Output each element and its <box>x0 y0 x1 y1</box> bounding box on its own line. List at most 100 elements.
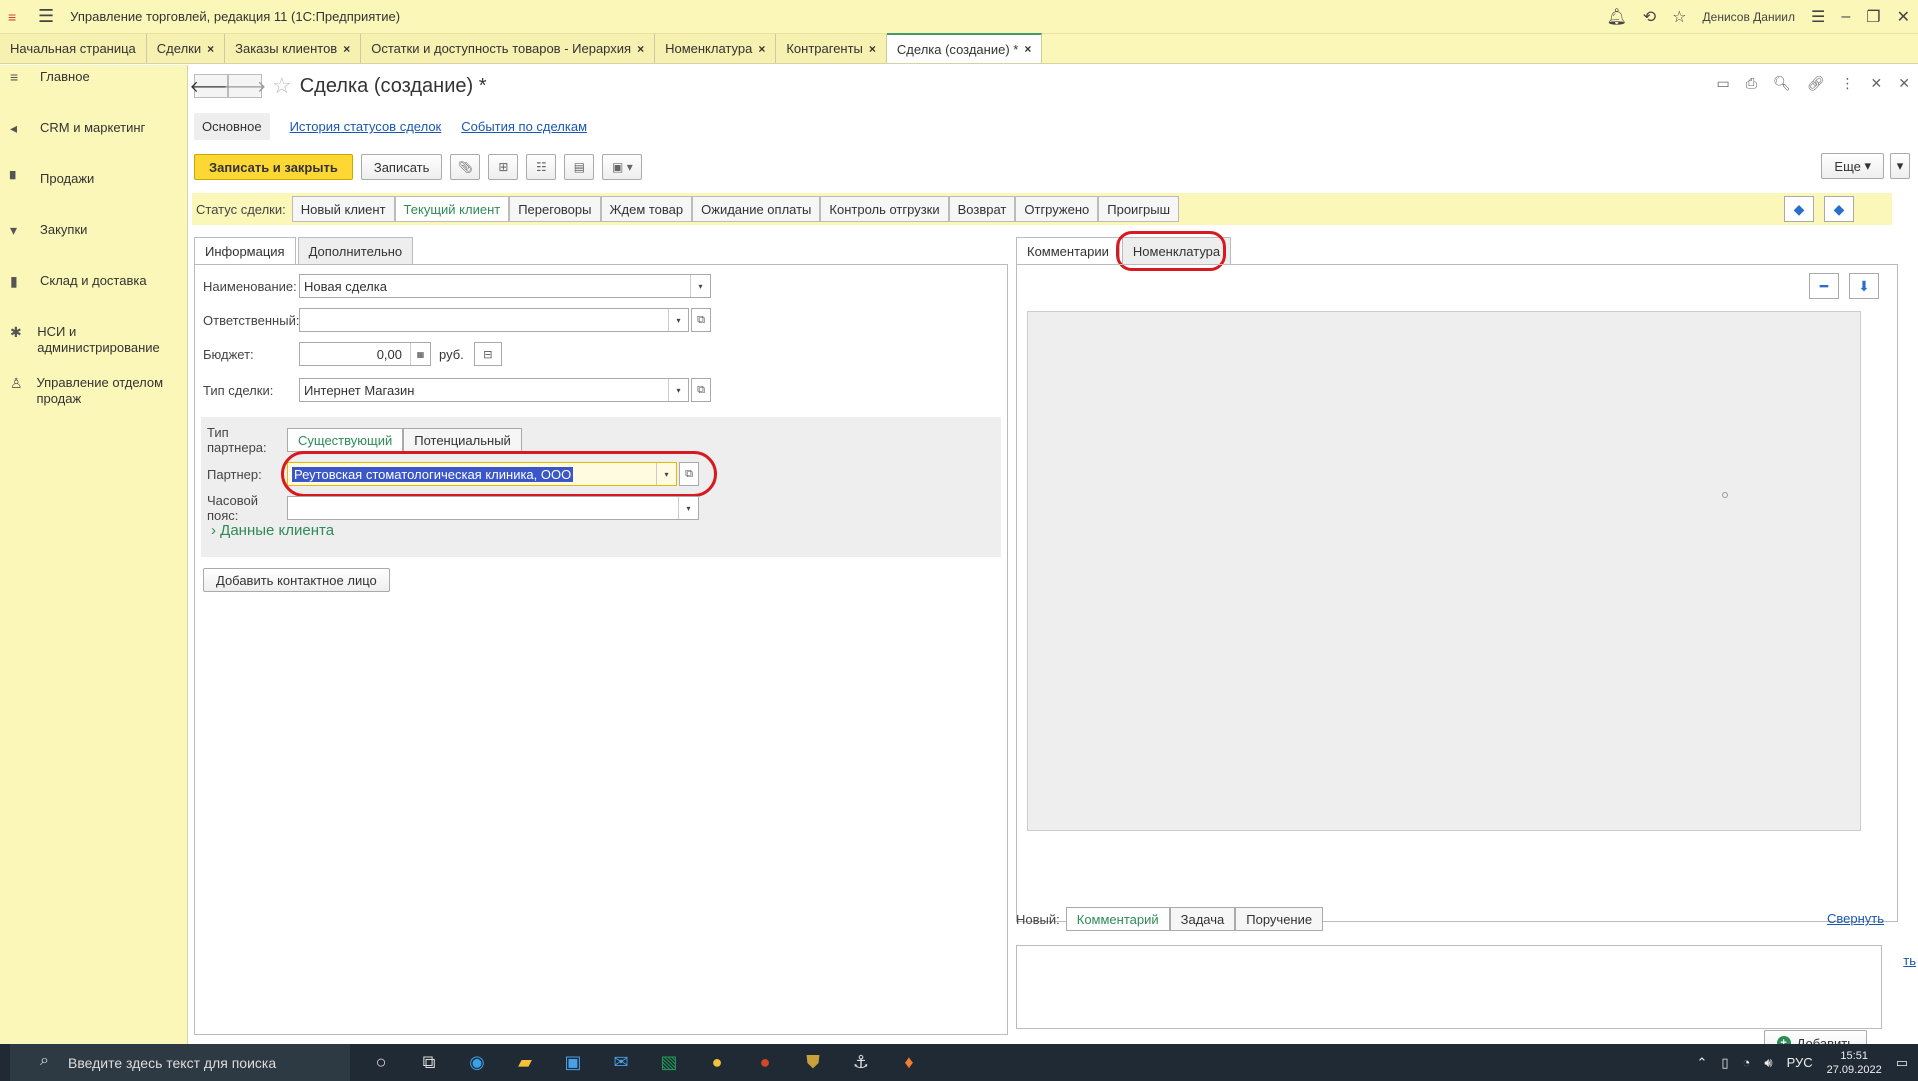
excel-icon[interactable]: ▧ <box>652 1044 686 1081</box>
name-dropdown-icon[interactable]: ▾ <box>690 275 710 297</box>
deal-type-open-icon[interactable]: ⧉ <box>691 378 711 402</box>
responsible-dropdown-icon[interactable]: ▾ <box>668 309 688 331</box>
tray-volume-icon[interactable]: 🔊︎ <box>1764 1055 1772 1071</box>
favorite-star-icon[interactable]: ☆ <box>272 73 292 99</box>
open-tab[interactable]: Номенклатура × <box>655 34 777 63</box>
currency-select-icon[interactable]: ⊟ <box>473 342 502 366</box>
user-name[interactable]: Денисов Даниил <box>1703 10 1795 24</box>
forward-button[interactable]: 🡒 <box>224 74 266 98</box>
client-data-group[interactable]: › Данные клиента <box>211 522 334 539</box>
partner-field[interactable]: Реутовская стоматологическая клиника, ОО… <box>287 462 677 486</box>
structure-icon[interactable]: ⊞ <box>488 154 519 180</box>
close-all-icon[interactable]: ✕ <box>1898 75 1910 92</box>
arrow-down-icon[interactable]: ⬇︎ <box>1849 273 1879 299</box>
store-icon[interactable]: ▣ <box>556 1044 590 1081</box>
preview-icon[interactable]: 🔍︎ <box>1773 75 1791 92</box>
partner-type-existing[interactable]: Существующий <box>287 428 404 452</box>
flame-app-icon[interactable]: ♦ <box>892 1044 926 1081</box>
new-comment-option[interactable]: Комментарий <box>1065 907 1170 931</box>
game-shield-icon[interactable]: ⛊ <box>796 1044 830 1081</box>
tray-clock[interactable]: 15:51 27.09.2022 <box>1827 1049 1882 1077</box>
sidebar-item[interactable]: ▾ Закупки <box>0 218 187 269</box>
tab-information[interactable]: Информация <box>194 237 296 264</box>
minimize-icon[interactable]: – <box>1841 8 1850 26</box>
status-option[interactable]: Ожидание оплаты <box>692 196 821 222</box>
link-icon[interactable]: 🔗︎ <box>1807 75 1825 92</box>
open-tab[interactable]: Сделка (создание) * × <box>886 33 1043 63</box>
create-based-on-icon[interactable]: ▣ ▾ <box>602 154 643 180</box>
new-assignment-option[interactable]: Поручение <box>1235 907 1324 931</box>
open-tab[interactable]: Начальная страница <box>0 34 147 63</box>
extra-dropdown-button[interactable]: ▾ <box>1890 153 1910 179</box>
next-status-arrow-icon[interactable]: ◆ <box>1824 196 1854 222</box>
close-tab-icon[interactable]: × <box>343 42 350 56</box>
close-window-icon[interactable]: ✕ <box>1897 7 1910 27</box>
tray-chevron-up-icon[interactable]: ⌃ <box>1696 1055 1707 1071</box>
more-vertical-icon[interactable]: ⋮ <box>1841 75 1855 92</box>
collapse-link[interactable]: Свернуть <box>1827 911 1884 926</box>
collapse-link-fragment[interactable]: ть <box>1903 953 1916 968</box>
status-option[interactable]: Ждем товар <box>600 196 693 222</box>
sidebar-item[interactable]: ✱ НСИ и администрирование <box>0 320 187 371</box>
partner-dropdown-icon[interactable]: ▾ <box>656 463 676 485</box>
tab-nomenclature[interactable]: Номенклатура <box>1121 237 1232 264</box>
sidebar-item[interactable]: ≡ Главное <box>0 65 187 116</box>
tray-language[interactable]: РУС <box>1787 1055 1813 1070</box>
restore-icon[interactable]: ❐ <box>1866 7 1880 27</box>
close-tab-icon[interactable]: × <box>1024 42 1031 56</box>
print-icon[interactable]: ⎙ <box>1746 75 1757 92</box>
sidebar-item[interactable]: ▮ Склад и доставка <box>0 269 187 320</box>
open-tab[interactable]: Заказы клиентов × <box>225 34 362 63</box>
status-option[interactable]: Контроль отгрузки <box>820 196 949 222</box>
deal-type-field[interactable]: Интернет Магазин ▾ <box>299 378 689 402</box>
tray-network-icon[interactable]: ◔ <box>1743 1055 1751 1070</box>
more-button[interactable]: Еще ▾ <box>1821 153 1884 179</box>
sidebar-item[interactable]: ▘ Продажи <box>0 167 187 218</box>
section-main[interactable]: Основное <box>194 113 270 140</box>
main-menu-icon[interactable]: ☰ <box>38 6 54 27</box>
history-icon[interactable]: ⟲ <box>1643 7 1656 27</box>
save-button[interactable]: Записать <box>360 154 443 180</box>
tray-battery-icon[interactable]: ▯ <box>1721 1055 1728 1071</box>
close-form-icon[interactable]: ✕ <box>1871 75 1883 92</box>
open-tab[interactable]: Остатки и доступность товаров - Иерархия… <box>361 34 656 63</box>
section-events-link[interactable]: События по сделкам <box>461 119 587 134</box>
notifications-icon[interactable]: ▭ <box>1896 1055 1908 1071</box>
close-tab-icon[interactable]: × <box>637 42 644 56</box>
anchor-app-icon[interactable]: ⚓︎ <box>844 1044 878 1081</box>
bell-icon[interactable]: 🔔︎ <box>1606 7 1626 27</box>
partner-type-potential[interactable]: Потенциальный <box>403 428 522 452</box>
status-option[interactable]: Отгружено <box>1015 196 1099 222</box>
sidebar-item[interactable]: ♙ Управление отделом продаж <box>0 371 187 422</box>
settings-lines-icon[interactable]: ☰ <box>1811 7 1825 27</box>
sidebar-item[interactable]: ◂ CRM и маркетинг <box>0 116 187 167</box>
clipboard-icon[interactable]: ▤ <box>564 154 595 180</box>
calculator-icon[interactable]: ▦ <box>410 343 430 365</box>
prev-status-arrow-icon[interactable]: ◆ <box>1784 196 1814 222</box>
new-comment-textarea[interactable]: + Добавить <box>1016 945 1882 1056</box>
section-status-history-link[interactable]: История статусов сделок <box>290 119 442 134</box>
open-tab[interactable]: Сделки × <box>146 34 226 63</box>
powerpoint-icon[interactable]: ● <box>748 1044 782 1081</box>
new-task-option[interactable]: Задача <box>1169 907 1236 931</box>
deal-type-dropdown-icon[interactable]: ▾ <box>668 379 688 401</box>
cortana-circle-icon[interactable]: ○ <box>364 1044 398 1081</box>
responsible-open-icon[interactable]: ⧉ <box>691 308 711 332</box>
favorites-star-icon[interactable]: ☆ <box>1672 7 1686 27</box>
budget-field[interactable]: 0,00 ▦ <box>299 342 431 366</box>
related-docs-icon[interactable]: ☷ <box>526 154 557 180</box>
onec-app-icon[interactable]: ● <box>700 1044 734 1081</box>
mail-icon[interactable]: ✉ <box>604 1044 638 1081</box>
task-view-icon[interactable]: ⧉ <box>412 1044 446 1081</box>
partner-open-icon[interactable]: ⧉ <box>679 462 699 486</box>
file-explorer-icon[interactable]: ▰ <box>508 1044 542 1081</box>
close-tab-icon[interactable]: × <box>869 42 876 56</box>
open-tab[interactable]: Контрагенты × <box>776 34 887 63</box>
status-option[interactable]: Текущий клиент <box>394 196 510 222</box>
status-option[interactable]: Проигрыш <box>1098 196 1180 222</box>
timezone-dropdown-icon[interactable]: ▾ <box>678 497 698 519</box>
minus-icon[interactable]: ━ <box>1809 273 1839 299</box>
responsible-field[interactable]: ▾ <box>299 308 689 332</box>
close-tab-icon[interactable]: × <box>758 42 765 56</box>
timezone-field[interactable]: ▾ <box>287 496 699 520</box>
